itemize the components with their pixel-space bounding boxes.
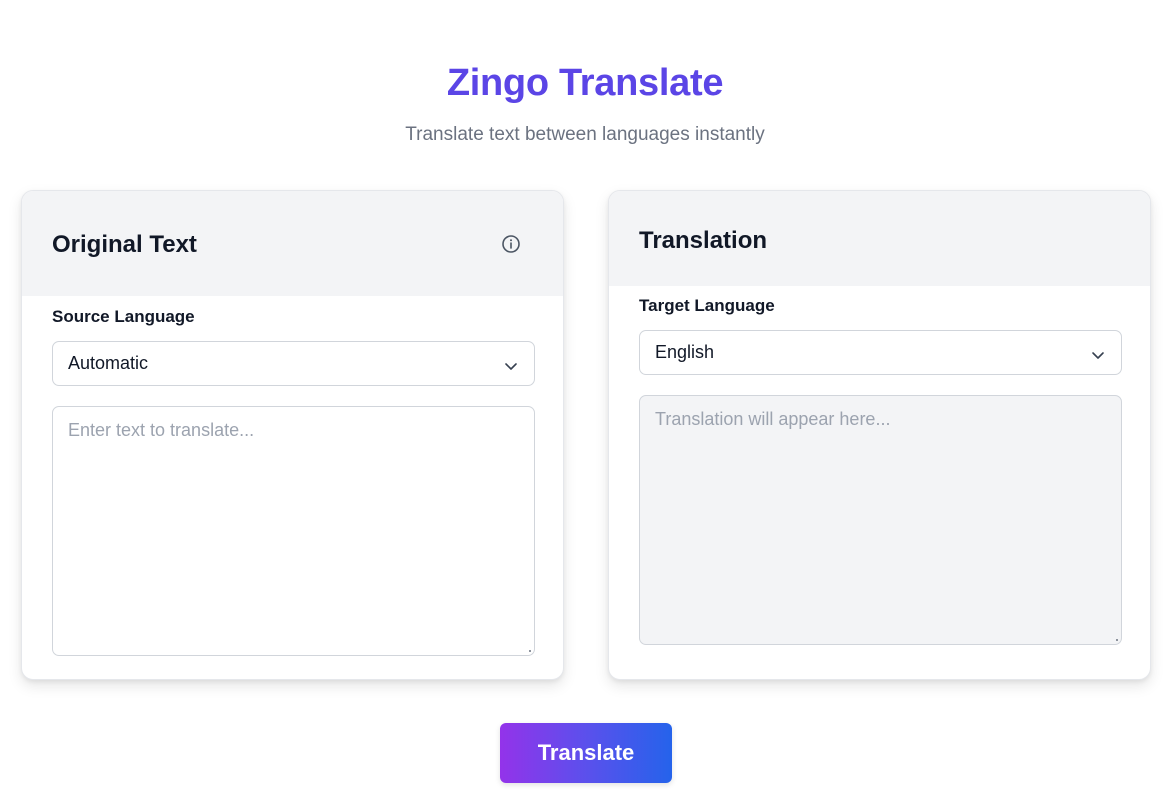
- target-panel: Translation Target Language English Tran…: [608, 190, 1151, 680]
- source-text-placeholder: Enter text to translate...: [68, 420, 255, 440]
- translation-output[interactable]: Translation will appear here...: [639, 395, 1122, 645]
- source-text-input[interactable]: Enter text to translate...: [52, 406, 535, 656]
- source-language-select[interactable]: Automatic: [52, 341, 535, 386]
- source-panel-body: Source Language Automatic Enter text to …: [22, 305, 563, 656]
- translation-placeholder: Translation will appear here...: [655, 409, 891, 429]
- source-panel-title: Original Text: [52, 231, 197, 258]
- target-language-label: Target Language: [639, 296, 775, 315]
- target-panel-header: Translation: [609, 191, 1150, 286]
- target-panel-body: Target Language English Translation will…: [609, 294, 1150, 645]
- source-language-value: Automatic: [68, 353, 149, 373]
- chevron-down-icon: [1091, 346, 1105, 360]
- translate-button[interactable]: Translate: [500, 723, 672, 783]
- app-title: Zingo Translate: [446, 62, 724, 104]
- source-panel: Original Text Source Language Automatic: [21, 190, 564, 680]
- translator-page: Zingo Translate Translate text between l…: [0, 0, 1170, 794]
- info-circle-icon[interactable]: [501, 234, 521, 254]
- chevron-down-icon: [504, 357, 518, 371]
- target-language-value: English: [655, 342, 715, 362]
- resize-handle[interactable]: [529, 650, 531, 652]
- resize-handle[interactable]: [1116, 639, 1118, 641]
- source-panel-header: Original Text: [22, 191, 563, 296]
- source-language-label: Source Language: [52, 307, 195, 326]
- target-panel-title: Translation: [639, 227, 768, 254]
- app-subtitle: Translate text between languages instant…: [405, 124, 765, 145]
- target-language-select[interactable]: English: [639, 330, 1122, 375]
